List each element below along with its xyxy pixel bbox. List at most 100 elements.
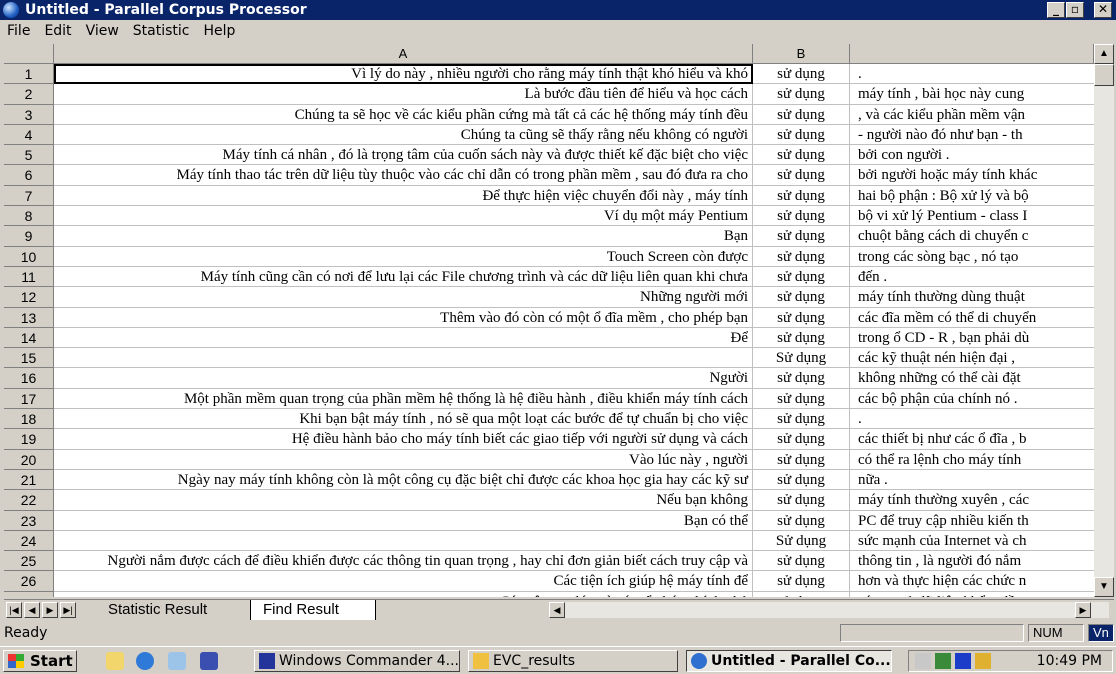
- row-header[interactable]: 17: [4, 388, 54, 410]
- cell-b[interactable]: sử dụng: [753, 388, 850, 410]
- input-method-indicator[interactable]: Vn: [1088, 624, 1114, 642]
- cell-a[interactable]: Chúng ta sẽ học về các kiểu phần cứng mà…: [54, 104, 753, 125]
- cell-c[interactable]: các cơ sở dữ liệu khổng lồ c: [850, 592, 1094, 597]
- cell-a[interactable]: [54, 530, 753, 552]
- table-row[interactable]: 20 Vào lúc này , người sử dụng có thể ra lệ…: [4, 449, 1094, 470]
- cell-b[interactable]: sử dụng: [753, 185, 850, 207]
- cell-c[interactable]: nữa .: [850, 470, 1094, 491]
- cell-c[interactable]: máy tính , bài học này cung: [850, 84, 1094, 105]
- cell-c[interactable]: máy tính thường dùng thuật: [850, 287, 1094, 308]
- cell-b[interactable]: Sử dụng: [753, 348, 850, 369]
- cell-c[interactable]: .: [850, 64, 1094, 85]
- cell-a[interactable]: Các tiện ích giúp hệ máy tính để: [54, 571, 753, 592]
- menu-statistic[interactable]: Statistic: [126, 23, 197, 39]
- cell-b[interactable]: sử dụng: [753, 165, 850, 186]
- cell-b[interactable]: sử dụng: [753, 307, 850, 328]
- cell-b[interactable]: sử dụng: [753, 591, 850, 597]
- cell-c[interactable]: không những có thể cài đặt: [850, 368, 1094, 389]
- cell-c[interactable]: bởi người hoặc máy tính khác: [850, 165, 1094, 186]
- first-sheet-icon[interactable]: |◀: [6, 602, 22, 618]
- cell-a[interactable]: Là bước đầu tiên để hiểu và học cách: [54, 84, 753, 105]
- cell-c[interactable]: chuột bằng cách di chuyển c: [850, 226, 1094, 247]
- cell-c[interactable]: hơn và thực hiện các chức n: [850, 571, 1094, 592]
- maximize-button[interactable]: ▫: [1066, 2, 1084, 18]
- table-row[interactable]: 12 Những người mới sử dụng máy tính thường …: [4, 287, 1094, 308]
- cell-b[interactable]: sử dụng: [753, 510, 850, 531]
- cell-a[interactable]: Thêm vào đó còn có một ổ đĩa mềm , cho p…: [54, 307, 753, 328]
- cell-a[interactable]: Những người mới: [54, 287, 753, 308]
- cell-c[interactable]: trong ổ CD - R , bạn phải dù: [850, 328, 1094, 349]
- table-row[interactable]: 9 Bạn sử dụng chuột bằng cách di chuyển c: [4, 226, 1094, 247]
- menu-view[interactable]: View: [79, 23, 126, 39]
- start-button[interactable]: Start: [3, 650, 77, 672]
- cell-b[interactable]: sử dụng: [753, 226, 850, 247]
- cell-a[interactable]: Nếu bạn không: [54, 490, 753, 511]
- table-row[interactable]: 19 Hệ điều hành bảo cho máy tính biết các…: [4, 429, 1094, 450]
- table-row[interactable]: 22 Nếu bạn không sử dụng máy tính thường xu…: [4, 490, 1094, 511]
- horizontal-scrollbar[interactable]: ◀ ▶: [549, 602, 1109, 618]
- cell-c[interactable]: .: [850, 409, 1094, 430]
- cell-b[interactable]: sử dụng: [753, 287, 850, 308]
- row-header[interactable]: 5: [4, 145, 54, 166]
- scroll-down-icon[interactable]: ▼: [1094, 577, 1114, 597]
- row-header[interactable]: 23: [4, 510, 54, 531]
- cell-b[interactable]: Sử dụng: [753, 530, 850, 552]
- cell-c[interactable]: máy tính thường xuyên , các: [850, 490, 1094, 511]
- row-header[interactable]: 3: [4, 104, 54, 125]
- row-header[interactable]: 18: [4, 409, 54, 430]
- cell-a[interactable]: Chúng ta cũng sẽ thấy rằng nếu không có …: [54, 124, 753, 146]
- table-row[interactable]: 23 Bạn có thể sử dụng PC để truy cập nhiều …: [4, 510, 1094, 531]
- internet-explorer-icon[interactable]: [136, 652, 154, 670]
- media-icon[interactable]: [955, 653, 971, 669]
- table-row[interactable]: 10 Touch Screen còn được sử dụng trong các …: [4, 246, 1094, 267]
- cell-a[interactable]: Touch Screen còn được: [54, 246, 753, 267]
- table-row[interactable]: 2 Là bước đầu tiên để hiểu và học cách sử …: [4, 84, 1094, 105]
- close-button[interactable]: ✕: [1094, 2, 1112, 18]
- cell-c[interactable]: các bộ phận của chính nó .: [850, 389, 1094, 410]
- task-windows-commander[interactable]: Windows Commander 4...: [254, 650, 460, 672]
- cell-b[interactable]: sử dụng: [753, 206, 850, 227]
- table-row[interactable]: 21 Ngày nay máy tính không còn là một côn…: [4, 469, 1094, 491]
- cell-c[interactable]: đến .: [850, 267, 1094, 288]
- table-row[interactable]: 6 Máy tính thao tác trên dữ liệu tùy thuộ…: [4, 165, 1094, 186]
- cell-a[interactable]: Máy tính thao tác trên dữ liệu tùy thuộc…: [54, 165, 753, 186]
- row-header[interactable]: 6: [4, 165, 54, 186]
- cell-a[interactable]: Một phần mềm quan trọng của phần mềm hệ …: [54, 388, 753, 410]
- table-row[interactable]: 11 Máy tính cũng cần có nơi để lưu lại cá…: [4, 266, 1094, 288]
- row-header[interactable]: 1: [4, 64, 54, 85]
- menu-help[interactable]: Help: [197, 23, 243, 39]
- row-header[interactable]: 26: [4, 571, 54, 592]
- floppy-icon[interactable]: [200, 652, 218, 670]
- row-header[interactable]: 12: [4, 287, 54, 308]
- cell-a[interactable]: Ngày nay máy tính không còn là một công …: [54, 469, 753, 491]
- cell-a[interactable]: Bạn có thể: [54, 510, 753, 531]
- column-header-c[interactable]: [850, 44, 1094, 64]
- row-header[interactable]: 15: [4, 348, 54, 369]
- cell-a[interactable]: [54, 348, 753, 369]
- scroll-up-icon[interactable]: ▲: [1094, 44, 1114, 64]
- row-header[interactable]: 11: [4, 266, 54, 288]
- cell-a[interactable]: Máy tính cá nhân , đó là trọng tâm của c…: [54, 145, 753, 166]
- cell-c[interactable]: các đĩa mềm có thể di chuyển: [850, 308, 1094, 328]
- cell-c[interactable]: PC để truy cập nhiều kiến th: [850, 511, 1094, 531]
- cell-b[interactable]: sử dụng: [753, 104, 850, 125]
- row-header[interactable]: 16: [4, 368, 54, 389]
- menu-file[interactable]: File: [0, 23, 37, 39]
- scroll-left-icon[interactable]: ◀: [549, 602, 565, 618]
- row-header[interactable]: 24: [4, 530, 54, 552]
- cell-b[interactable]: sử dụng: [753, 84, 850, 105]
- cell-a[interactable]: Khi bạn bật máy tính , nó sẽ qua một loạ…: [54, 409, 753, 430]
- vertical-scroll-thumb[interactable]: [1094, 64, 1114, 86]
- cell-b[interactable]: sử dụng: [753, 145, 850, 166]
- table-row[interactable]: 13 Thêm vào đó còn có một ổ đĩa mềm , cho…: [4, 307, 1094, 328]
- row-header[interactable]: 4: [4, 124, 54, 146]
- cell-c[interactable]: bộ vi xử lý Pentium - class I: [850, 206, 1094, 227]
- row-header[interactable]: 10: [4, 246, 54, 267]
- row-header[interactable]: 25: [4, 551, 54, 572]
- next-sheet-icon[interactable]: ▶: [42, 602, 58, 618]
- tab-statistic-result[interactable]: Statistic Result: [96, 600, 246, 620]
- cell-c[interactable]: có thể ra lệnh cho máy tính: [850, 450, 1094, 470]
- cell-b[interactable]: sử dụng: [753, 469, 850, 491]
- cell-b[interactable]: sử dụng: [753, 64, 850, 85]
- cell-b[interactable]: sử dụng: [753, 266, 850, 288]
